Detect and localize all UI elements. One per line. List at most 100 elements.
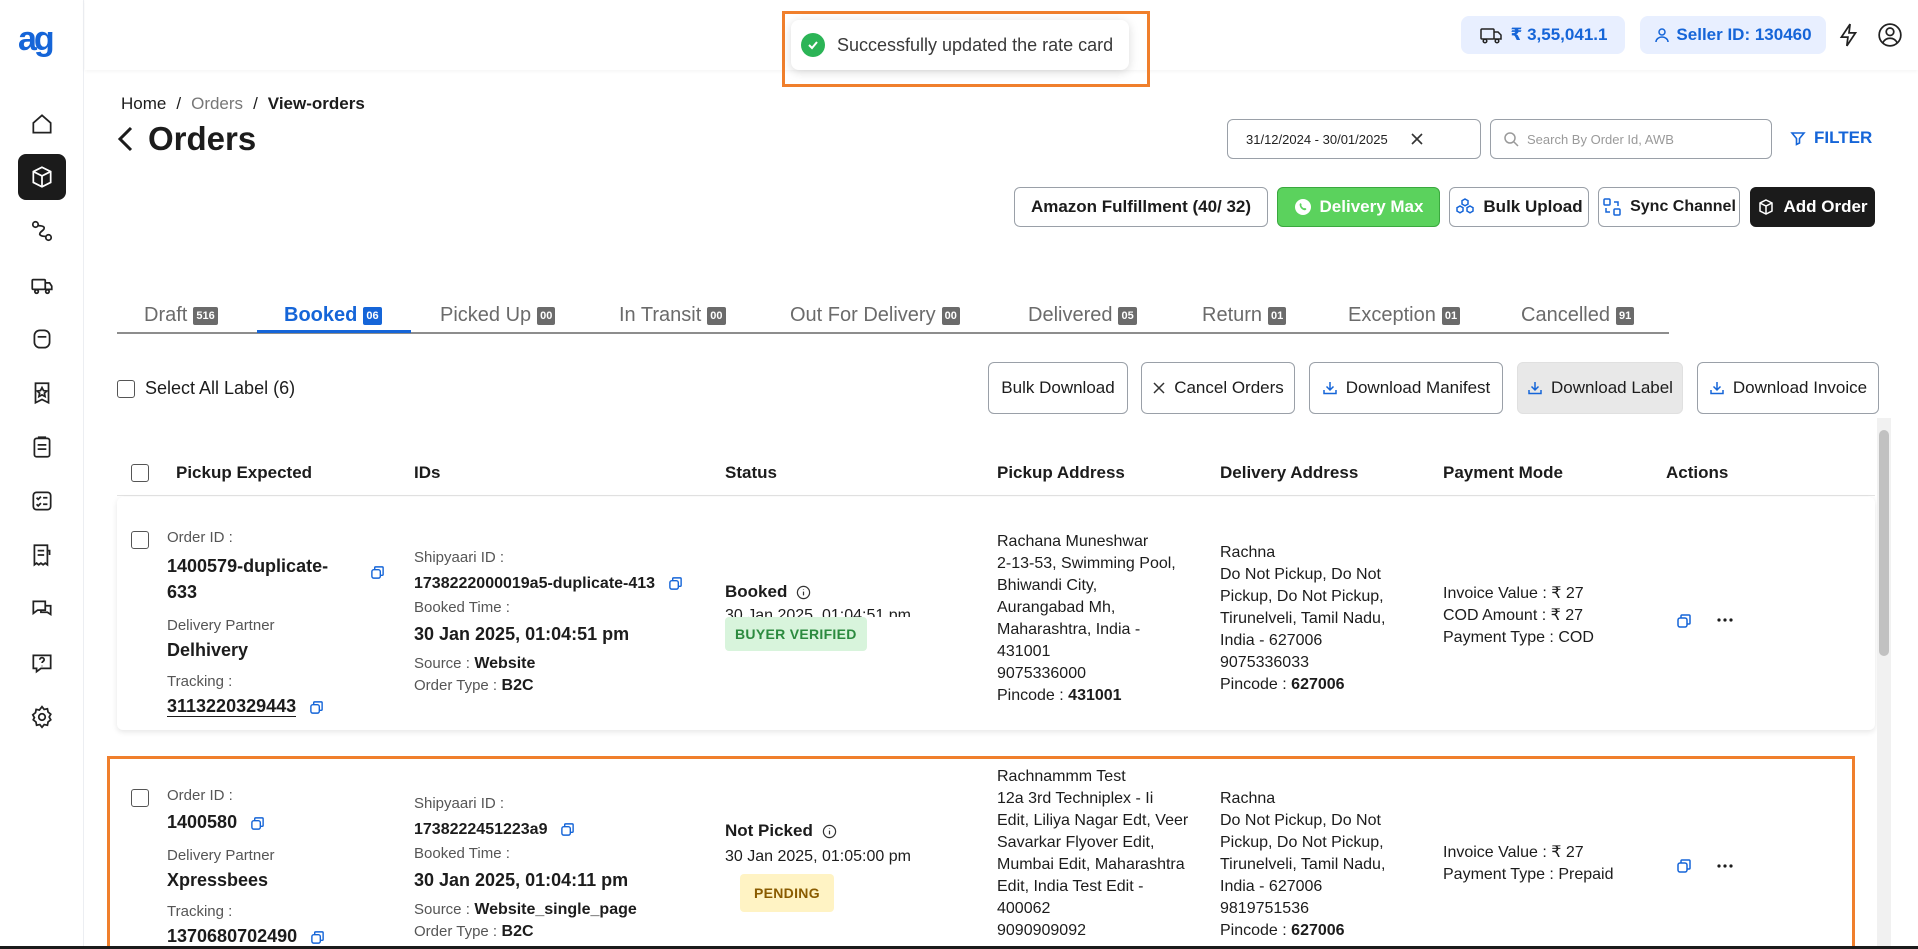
row-checkbox[interactable] (131, 531, 149, 549)
wallet-amount: ₹ 3,55,041.1 (1510, 25, 1608, 44)
breadcrumb-home[interactable]: Home (121, 94, 166, 114)
tab-count: 00 (537, 306, 556, 325)
box-icon (1759, 199, 1774, 215)
truck-wallet-icon[interactable] (18, 262, 66, 308)
date-range-picker[interactable]: 31/12/2024 - 30/01/2025 (1227, 119, 1481, 159)
copy-icon[interactable] (1676, 613, 1692, 629)
seller-id-button[interactable]: Seller ID: 130460 (1640, 16, 1826, 54)
tab-booked[interactable]: Booked 06 (284, 304, 382, 327)
bolt-icon[interactable] (1836, 22, 1862, 48)
chevron-left-icon[interactable] (116, 125, 136, 153)
breadcrumb-orders[interactable]: Orders (191, 94, 243, 114)
download-label-button[interactable]: Download Label (1517, 362, 1683, 414)
copy-icon[interactable] (668, 576, 683, 591)
order-id-line: 633 (167, 582, 198, 602)
breadcrumb-current: View-orders (267, 94, 365, 113)
header-payment-mode: Payment Mode (1443, 463, 1563, 482)
gear-icon[interactable] (18, 694, 66, 740)
toast-message: Successfully updated the rate card (837, 34, 1114, 55)
source-value: Website (474, 655, 536, 672)
chat-icon[interactable] (18, 586, 66, 632)
close-icon[interactable] (1408, 130, 1426, 148)
copy-icon[interactable] (370, 565, 385, 580)
status-cell: Booked 30 Jan 2025, 01:04:51 pm BUYER VE… (725, 581, 955, 651)
order-type-value: B2C (501, 677, 534, 694)
status-time: 30 Jan 2025, 01:04:51 pm (725, 607, 911, 617)
select-all-labels[interactable]: Select All Label (6) (117, 378, 295, 399)
status-tabs: Draft 516 Booked 06 Picked Up 00 In Tran… (117, 300, 1669, 334)
tab-picked-up[interactable]: Picked Up 00 (440, 304, 556, 327)
tab-delivered[interactable]: Delivered 05 (1028, 304, 1137, 327)
more-options-icon[interactable] (1717, 617, 1733, 623)
tracking-link[interactable]: 3113220329443 (167, 696, 297, 717)
add-order-button[interactable]: Add Order (1750, 187, 1875, 227)
copy-icon[interactable] (309, 700, 324, 715)
scrollbar-thumb[interactable] (1879, 430, 1889, 656)
download-manifest-button[interactable]: Download Manifest (1309, 362, 1503, 414)
route-icon[interactable] (18, 208, 66, 254)
home-icon[interactable] (18, 101, 66, 147)
address-line: Rachana Muneshwar (997, 533, 1149, 550)
address-line: Maharashtra, India - (997, 621, 1141, 638)
orders-box-icon[interactable] (18, 154, 66, 200)
delivery-max-button[interactable]: Delivery Max (1277, 187, 1440, 227)
pincode-label: Pincode : (997, 687, 1064, 704)
tracking-label: Tracking : (167, 673, 233, 690)
source-label: Source : (414, 655, 470, 672)
clipboard-icon[interactable] (18, 424, 66, 470)
check-circle-icon (801, 33, 825, 57)
tab-label: Booked (284, 304, 358, 326)
tab-out-for-delivery[interactable]: Out For Delivery 00 (790, 304, 960, 327)
address-line: Tirunelveli, Tamil Nadu, (1220, 610, 1386, 627)
brand-logo[interactable]: ag (18, 20, 55, 59)
tab-return[interactable]: Return 01 (1202, 304, 1287, 327)
sync-channel-button[interactable]: Sync Channel (1598, 187, 1740, 227)
wallet-balance-button[interactable]: ₹ 3,55,041.1 (1461, 16, 1625, 54)
success-toast: Successfully updated the rate card (791, 20, 1129, 70)
bulk-download-button[interactable]: Bulk Download (988, 362, 1128, 414)
badge-star-icon[interactable] (18, 370, 66, 416)
pincode-label: Pincode : (1220, 676, 1287, 693)
help-icon[interactable] (18, 640, 66, 686)
cod-amount: COD Amount : ₹ 27 (1443, 607, 1584, 624)
search-input[interactable]: Search By Order Id, AWB (1490, 119, 1772, 159)
order-type-label: Order Type : (414, 677, 498, 694)
filter-button[interactable]: FILTER (1790, 128, 1872, 148)
page-title: Orders (116, 120, 256, 158)
select-all-checkbox[interactable] (117, 379, 135, 398)
search-placeholder: Search By Order Id, AWB (1527, 131, 1674, 147)
active-tab-underline (257, 330, 411, 333)
bulk-upload-label: Bulk Upload (1483, 197, 1583, 216)
download-icon (1528, 382, 1542, 395)
tab-exception[interactable]: Exception 01 (1348, 304, 1461, 327)
table-scrollbar[interactable] (1877, 418, 1891, 949)
box-icon[interactable] (18, 316, 66, 362)
bulk-upload-button[interactable]: Bulk Upload (1449, 187, 1589, 227)
address-line: Rachna (1220, 544, 1276, 561)
table-row: Order ID : 1400579-duplicate- 633 Delive… (117, 497, 1875, 730)
invoice-icon[interactable] (18, 532, 66, 578)
tab-cancelled[interactable]: Cancelled 91 (1521, 304, 1635, 327)
tab-label: Cancelled (1521, 304, 1610, 326)
amazon-fulfillment-button[interactable]: Amazon Fulfillment (40/ 32) (1014, 187, 1268, 227)
info-icon[interactable] (796, 585, 811, 600)
header-checkbox[interactable] (131, 464, 149, 482)
header-pickup-address: Pickup Address (997, 463, 1125, 482)
delivery-address-cell: Rachna Do Not Pickup, Do Not Pickup, Do … (1220, 542, 1430, 696)
tab-count: 00 (941, 306, 960, 325)
tab-label: Out For Delivery (790, 304, 936, 326)
tab-draft[interactable]: Draft 516 (144, 304, 218, 327)
phone-number: 9075336033 (1220, 654, 1309, 671)
checklist-icon[interactable] (18, 478, 66, 524)
download-icon (1322, 382, 1337, 395)
tab-in-transit[interactable]: In Transit 00 (619, 304, 726, 327)
header-actions: Actions (1666, 463, 1729, 482)
user-icon (1655, 28, 1670, 43)
cubes-icon (1456, 198, 1475, 214)
download-invoice-button[interactable]: Download Invoice (1697, 362, 1879, 414)
cancel-orders-button[interactable]: Cancel Orders (1141, 362, 1295, 414)
profile-icon[interactable] (1877, 22, 1903, 48)
address-line: Do Not Pickup, Do Not (1220, 566, 1381, 583)
delivery-partner-value: Delhivery (167, 640, 249, 660)
date-range-value: 31/12/2024 - 30/01/2025 (1246, 131, 1388, 147)
